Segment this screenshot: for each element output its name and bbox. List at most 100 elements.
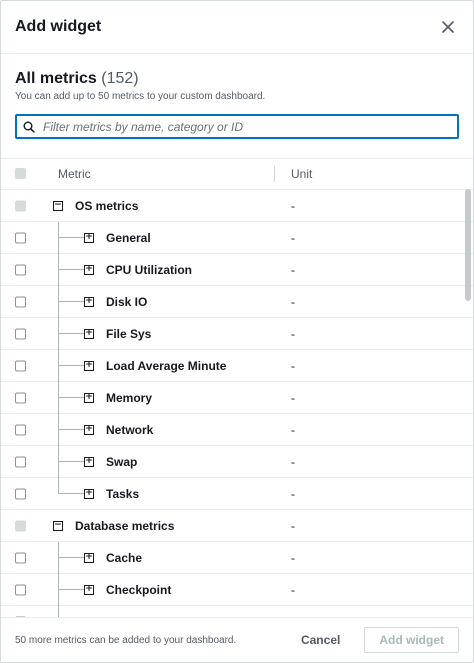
row-checkbox[interactable] xyxy=(15,264,26,275)
expand-plus-icon[interactable]: + xyxy=(84,456,94,467)
filter-box xyxy=(15,114,459,139)
tree-connector-line xyxy=(58,222,59,254)
row-checkbox[interactable] xyxy=(15,552,26,563)
tree-connector-line xyxy=(58,478,59,494)
add-widget-button[interactable]: Add widget xyxy=(364,627,459,653)
column-header-metric: Metric xyxy=(58,167,91,181)
metrics-count: (152) xyxy=(101,70,139,87)
metric-label: Network xyxy=(106,422,154,437)
expand-plus-icon[interactable]: + xyxy=(84,392,94,403)
footer-actions: Cancel Add widget xyxy=(291,627,459,653)
tree-connector-line xyxy=(58,350,59,382)
tree-connector-line xyxy=(58,429,84,430)
tree-connector-line xyxy=(58,286,59,318)
table-scrollbar[interactable] xyxy=(465,189,471,301)
table-row: − OS metrics - xyxy=(1,190,473,222)
metric-label: Disk IO xyxy=(106,294,148,309)
metric-unit: - xyxy=(291,390,295,405)
section-description: You can add up to 50 metrics to your cus… xyxy=(15,91,266,102)
metric-label: Memory xyxy=(106,390,153,405)
expand-plus-icon[interactable]: + xyxy=(84,424,94,435)
row-checkbox[interactable] xyxy=(15,392,26,403)
row-checkbox[interactable] xyxy=(15,200,26,211)
table-row: + Cache - xyxy=(1,542,473,574)
tree-connector-line xyxy=(58,333,84,334)
row-checkbox[interactable] xyxy=(15,520,26,531)
metric-unit: - xyxy=(291,454,295,469)
modal-footer: 50 more metrics can be added to your das… xyxy=(1,617,473,662)
close-button[interactable] xyxy=(437,16,459,38)
tree-connector-line xyxy=(58,557,84,558)
row-checkbox[interactable] xyxy=(15,328,26,339)
metric-unit: - xyxy=(291,550,295,565)
footer-note: 50 more metrics can be added to your das… xyxy=(15,634,237,646)
metric-label: Cache xyxy=(106,550,143,565)
cancel-button[interactable]: Cancel xyxy=(291,627,350,653)
expand-plus-icon[interactable]: + xyxy=(84,232,94,243)
expand-plus-icon[interactable]: + xyxy=(84,264,94,275)
metric-label: File Sys xyxy=(106,326,152,341)
tree-connector-line xyxy=(58,382,59,414)
metric-label: Load Average Minute xyxy=(106,358,227,373)
tree-connector-line xyxy=(58,318,59,350)
select-all-checkbox[interactable] xyxy=(15,168,26,179)
expand-plus-icon[interactable]: + xyxy=(84,584,94,595)
modal-title: Add widget xyxy=(15,18,102,35)
row-checkbox[interactable] xyxy=(15,584,26,595)
metric-unit: - xyxy=(291,262,295,277)
metric-unit: - xyxy=(291,358,295,373)
tree-connector-line xyxy=(58,254,59,286)
table-row: + General - xyxy=(1,222,473,254)
expand-plus-icon[interactable]: + xyxy=(84,552,94,563)
tree-connector-line xyxy=(58,365,84,366)
tree-connector-line xyxy=(58,542,59,574)
tree-connector-line xyxy=(58,589,84,590)
metric-unit: - xyxy=(291,326,295,341)
metric-label: General xyxy=(106,230,151,245)
table-row: + Memory - xyxy=(1,382,473,414)
table-row: − Database metrics - xyxy=(1,510,473,542)
metric-label: Tasks xyxy=(106,486,140,501)
row-checkbox[interactable] xyxy=(15,488,26,499)
metric-label: CPU Utilization xyxy=(106,262,192,277)
tree-connector-line xyxy=(58,461,84,462)
tree-connector-line xyxy=(58,493,84,494)
table-row: + Disk IO - xyxy=(1,286,473,318)
search-icon xyxy=(23,121,35,133)
table-row: + Swap - xyxy=(1,446,473,478)
collapse-minus-icon[interactable]: − xyxy=(53,520,63,531)
tree-connector-line xyxy=(58,414,59,446)
tree-connector-line xyxy=(58,301,84,302)
row-checkbox[interactable] xyxy=(15,360,26,371)
collapse-minus-icon[interactable]: − xyxy=(53,200,63,211)
metric-unit: - xyxy=(291,518,295,533)
expand-plus-icon[interactable]: + xyxy=(84,328,94,339)
metric-unit: - xyxy=(291,230,295,245)
column-divider[interactable] xyxy=(274,166,275,182)
row-checkbox[interactable] xyxy=(15,424,26,435)
row-checkbox[interactable] xyxy=(15,296,26,307)
section-header: All metrics (152) You can add up to 50 m… xyxy=(1,54,473,102)
metrics-table: Metric Unit − OS metrics - + General - + CPU Ut… xyxy=(1,158,473,619)
close-icon xyxy=(442,21,454,33)
metric-unit: - xyxy=(291,486,295,501)
table-row: + Load Average Minute - xyxy=(1,350,473,382)
metric-unit: - xyxy=(291,198,295,213)
table-row: + CPU Utilization - xyxy=(1,254,473,286)
table-row: + Network - xyxy=(1,414,473,446)
table-row: + File Sys - xyxy=(1,318,473,350)
table-row: + Checkpoint - xyxy=(1,574,473,606)
table-body: − OS metrics - + General - + CPU Utilization - + D… xyxy=(1,190,473,619)
expand-plus-icon[interactable]: + xyxy=(84,296,94,307)
table-header: Metric Unit xyxy=(1,158,473,190)
tree-connector-line xyxy=(58,237,84,238)
tree-connector-line xyxy=(58,269,84,270)
row-checkbox[interactable] xyxy=(15,232,26,243)
expand-plus-icon[interactable]: + xyxy=(84,360,94,371)
row-checkbox[interactable] xyxy=(15,456,26,467)
add-widget-modal: Add widget All metrics (152) You can add… xyxy=(0,0,474,663)
metric-label: Database metrics xyxy=(75,518,175,533)
metric-unit: - xyxy=(291,422,295,437)
filter-input[interactable] xyxy=(41,118,451,135)
expand-plus-icon[interactable]: + xyxy=(84,488,94,499)
